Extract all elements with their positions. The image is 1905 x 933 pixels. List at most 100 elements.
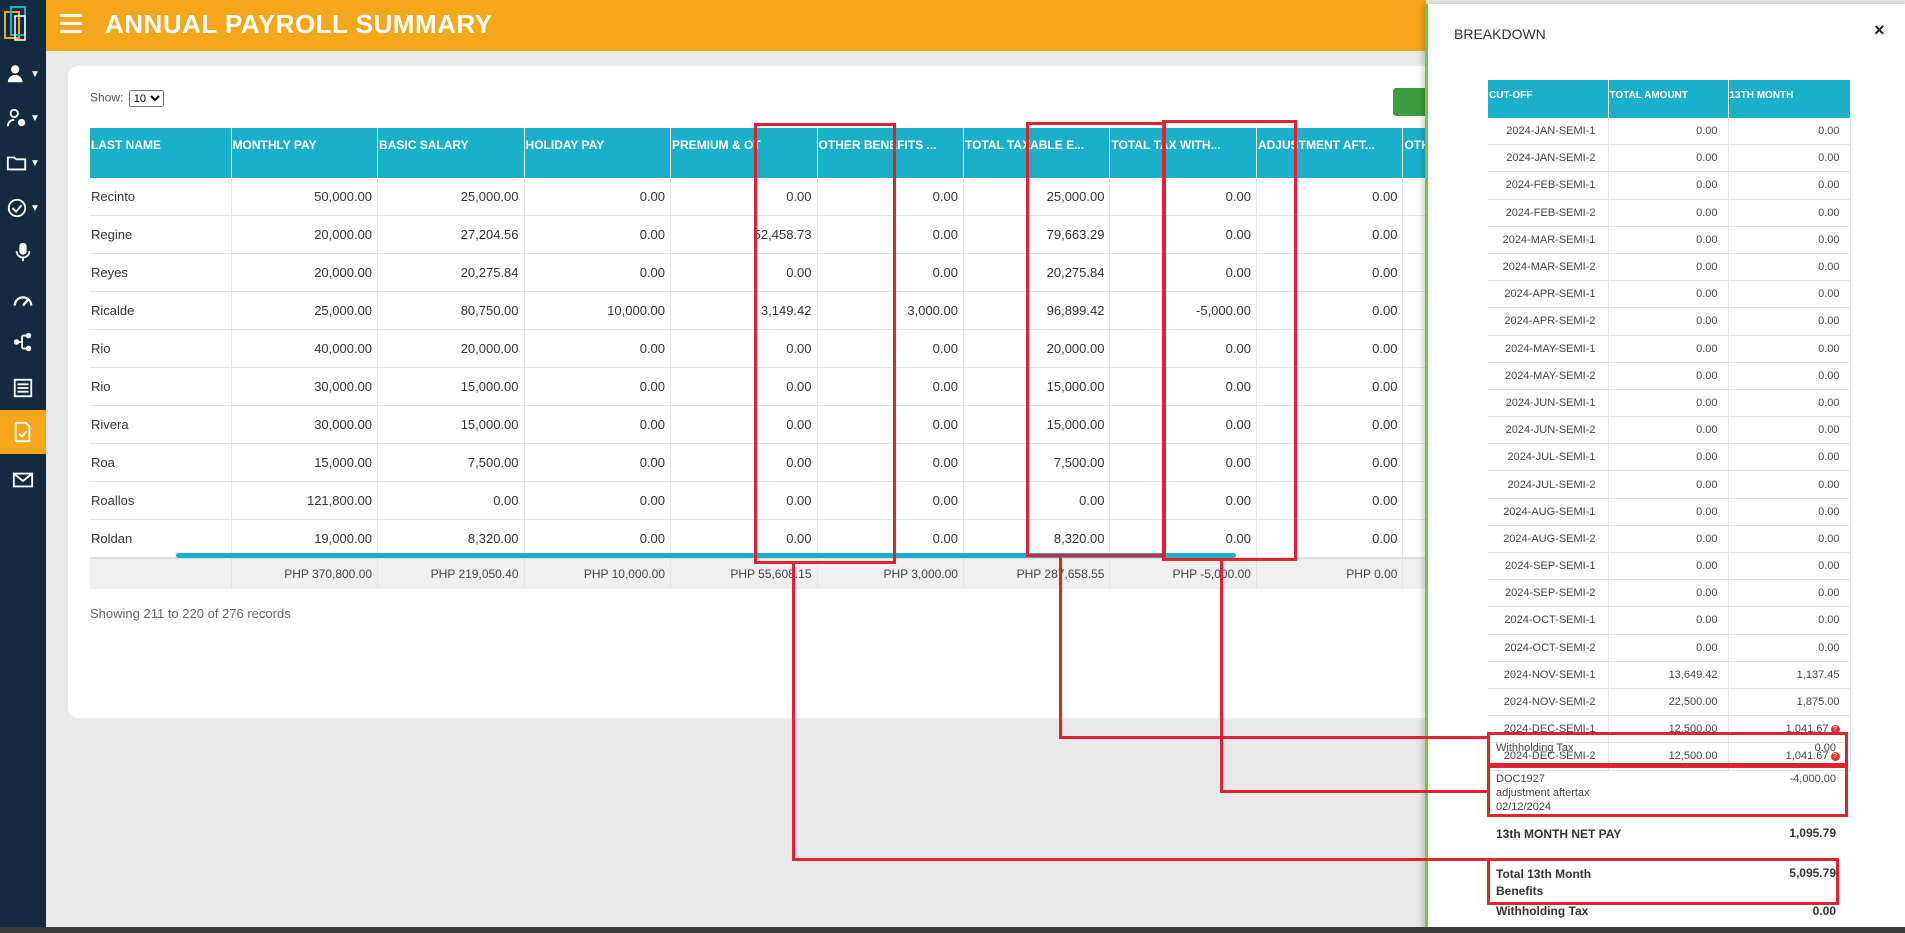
net-pay-value: 1,095.79 <box>1789 826 1836 840</box>
amount-cell: 1,875.00 <box>1728 688 1851 717</box>
cell-last-name: Roallos <box>90 481 232 520</box>
sidebar-mail[interactable] <box>0 462 46 498</box>
breakdown-column-header: TOTAL AMOUNT <box>1608 80 1729 118</box>
column-header[interactable]: LAST NAME <box>90 128 232 178</box>
amount-cell: 0.00 <box>1608 389 1729 418</box>
app-logo[interactable] <box>3 4 31 44</box>
cutoff-cell: 2024-MAY-SEMI-1 <box>1488 335 1609 363</box>
amount-cell: 0.00 <box>1608 606 1729 635</box>
amount-cell: 0.00 <box>1728 634 1851 662</box>
amount-cell: 1,137.45 <box>1728 661 1851 689</box>
breakdown-row: 2024-JUL-SEMI-2 0.00 0.00 <box>1488 470 1851 499</box>
sidebar-tasks[interactable]: ▼ <box>0 190 46 226</box>
total-cell: PHP -5,000.00 <box>1109 557 1257 589</box>
sidebar-user-settings[interactable]: ▼ <box>0 100 46 136</box>
table-cell: 40,000.00 <box>231 329 379 368</box>
column-header[interactable]: BASIC SALARY <box>377 128 525 178</box>
show-entries-select[interactable]: 10 <box>128 90 164 107</box>
table-cell: 20,275.84 <box>377 253 525 292</box>
sidebar-dashboard[interactable] <box>0 283 46 319</box>
breakdown-row: 2024-JUN-SEMI-1 0.00 0.00 <box>1488 389 1851 418</box>
connector-line <box>1220 790 1489 793</box>
amount-cell: 0.00 <box>1608 525 1729 554</box>
microphone-icon <box>15 242 31 262</box>
cutoff-cell: 2024-SEP-SEMI-1 <box>1488 552 1609 581</box>
amount-cell: 0.00 <box>1608 498 1729 526</box>
amount-cell: 0.00 <box>1728 144 1851 173</box>
total-cell: PHP 370,800.00 <box>231 557 379 589</box>
table-cell: 20,000.00 <box>377 329 525 368</box>
cutoff-cell: 2024-AUG-SEMI-2 <box>1488 525 1609 554</box>
table-cell: 25,000.00 <box>377 178 525 216</box>
cell-last-name: Regine <box>90 215 232 254</box>
amount-cell: 0.00 <box>1608 552 1729 581</box>
page-title: ANNUAL PAYROLL SUMMARY <box>105 9 493 39</box>
amount-cell: 0.00 <box>1728 552 1851 581</box>
hamburger-menu-icon[interactable] <box>60 14 82 36</box>
table-cell: 0.00 <box>524 329 672 368</box>
sidebar-list[interactable] <box>0 370 46 406</box>
table-cell: 30,000.00 <box>231 367 379 406</box>
breakdown-row: 2024-JAN-SEMI-2 0.00 0.00 <box>1488 144 1851 173</box>
close-icon[interactable]: × <box>1874 20 1885 41</box>
breakdown-row: 2024-SEP-SEMI-1 0.00 0.00 <box>1488 552 1851 581</box>
amount-cell: 0.00 <box>1728 470 1851 499</box>
breakdown-title: BREAKDOWN <box>1454 26 1546 42</box>
table-cell: 0.00 <box>524 215 672 254</box>
connector-line <box>792 564 795 861</box>
user-icon <box>7 65 23 83</box>
amount-cell: 0.00 <box>1608 470 1729 499</box>
amount-cell: 0.00 <box>1608 199 1729 227</box>
cutoff-cell: 2024-NOV-SEMI-1 <box>1488 661 1609 689</box>
total-cell: PHP 287,658.55 <box>963 557 1111 589</box>
sidebar-org[interactable] <box>0 324 46 360</box>
amount-cell: 0.00 <box>1728 498 1851 526</box>
table-cell: 15,000.00 <box>377 367 525 406</box>
breakdown-row: 2024-APR-SEMI-2 0.00 0.00 <box>1488 307 1851 336</box>
sidebar-payroll[interactable] <box>0 410 46 454</box>
amount-cell: 0.00 <box>1608 253 1729 282</box>
amount-cell: 0.00 <box>1608 579 1729 608</box>
amount-cell: 0.00 <box>1728 362 1851 390</box>
sidebar-folder[interactable]: ▼ <box>0 145 46 181</box>
amount-cell: 0.00 <box>1608 335 1729 363</box>
sidebar-recorder[interactable] <box>0 234 46 270</box>
amount-cell: 0.00 <box>1728 171 1851 200</box>
amount-cell: 0.00 <box>1728 253 1851 282</box>
folder-icon <box>6 156 27 171</box>
table-cell: 0.00 <box>524 253 672 292</box>
cutoff-cell: 2024-JAN-SEMI-2 <box>1488 144 1609 173</box>
breakdown-row: 2024-JUL-SEMI-1 0.00 0.00 <box>1488 443 1851 472</box>
breakdown-row: 2024-MAY-SEMI-1 0.00 0.00 <box>1488 335 1851 363</box>
cutoff-cell: 2024-JUN-SEMI-2 <box>1488 416 1609 445</box>
sidebar-user[interactable]: ▼ <box>0 56 46 92</box>
show-label: Show: <box>90 90 124 105</box>
list-icon <box>13 378 33 398</box>
total-cell: PHP 0.00 <box>1256 557 1404 589</box>
taskbar-strip <box>0 927 1905 933</box>
payroll-doc-icon <box>14 421 31 443</box>
cutoff-cell: 2024-APR-SEMI-2 <box>1488 307 1609 336</box>
amount-cell: 0.00 <box>1608 226 1729 254</box>
column-header[interactable]: HOLIDAY PAY <box>524 128 672 178</box>
breakdown-row: 2024-AUG-SEMI-1 0.00 0.00 <box>1488 498 1851 526</box>
table-cell: 27,204.56 <box>377 215 525 254</box>
breakdown-row: 2024-MAR-SEMI-1 0.00 0.00 <box>1488 226 1851 254</box>
amount-cell: 0.00 <box>1728 416 1851 445</box>
breakdown-row: 2024-JUN-SEMI-2 0.00 0.00 <box>1488 416 1851 445</box>
cell-last-name: Roa <box>90 443 232 482</box>
highlight-other-benefits-col <box>754 123 896 564</box>
table-cell: 0.00 <box>524 443 672 482</box>
breakdown-row: 2024-FEB-SEMI-2 0.00 0.00 <box>1488 199 1851 227</box>
cutoff-cell: 2024-MAR-SEMI-2 <box>1488 253 1609 282</box>
breakdown-column-header: 13TH MONTH <box>1728 80 1851 118</box>
breakdown-row: 2024-AUG-SEMI-2 0.00 0.00 <box>1488 525 1851 554</box>
table-cell: 121,800.00 <box>231 481 379 520</box>
cutoff-cell: 2024-JUN-SEMI-1 <box>1488 389 1609 418</box>
cell-last-name: Rivera <box>90 405 232 444</box>
cutoff-cell: 2024-FEB-SEMI-2 <box>1488 199 1609 227</box>
total-cell <box>90 557 232 589</box>
column-header[interactable]: MONTHLY PAY <box>231 128 379 178</box>
highlight-adjustment-row <box>1487 765 1848 817</box>
cell-last-name: Rio <box>90 367 232 406</box>
